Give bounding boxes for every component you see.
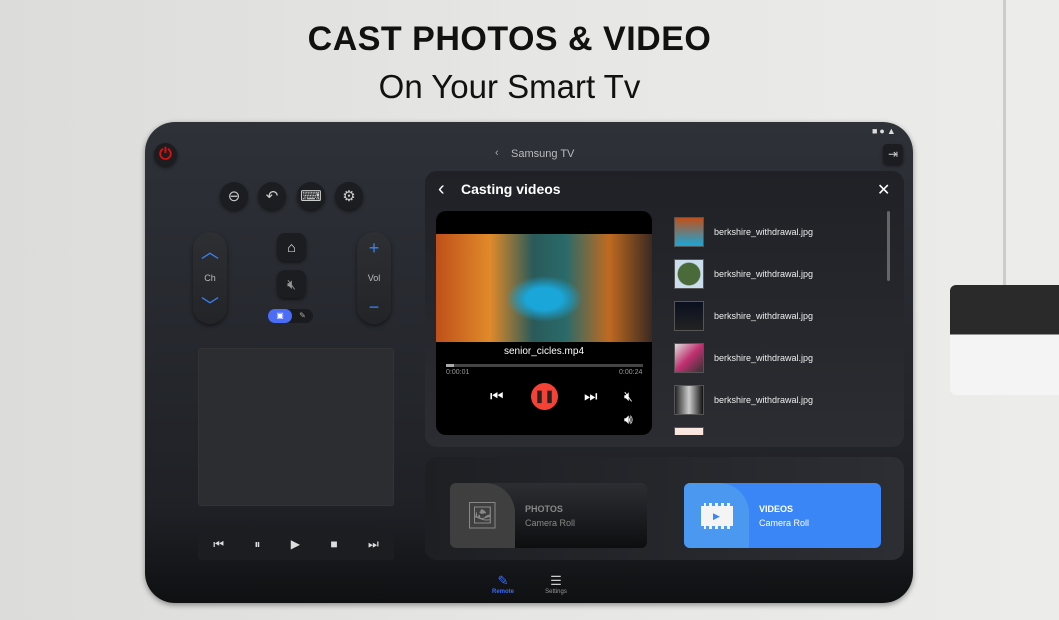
subheadline: On Your Smart Tv [378, 68, 641, 105]
file-name: berkshire_withdrawal.jpg [714, 311, 814, 321]
volume-rocker: + Vol − [357, 232, 391, 324]
play-icon[interactable]: ▶ [291, 537, 300, 551]
input-source-button[interactable]: ⊖ [220, 182, 248, 210]
sliders-icon: ☰ [550, 573, 562, 588]
scrollbar[interactable] [887, 211, 890, 281]
previous-icon[interactable]: ⏮ [490, 388, 504, 405]
keyboard-button[interactable]: ⌨ [297, 182, 325, 210]
file-thumbnail [674, 259, 704, 289]
photos-subtitle: Camera Roll [525, 517, 576, 528]
pause-button[interactable]: ❚❚ [531, 383, 558, 410]
channel-up-icon[interactable]: ︿ [201, 238, 219, 264]
file-thumbnail [674, 301, 704, 331]
status-icons: ■●▲ [872, 126, 898, 136]
power-button[interactable]: ⏻ [154, 143, 177, 166]
volume-icon[interactable]: 🔊︎ [624, 411, 633, 428]
nav-settings[interactable]: ☰ Settings [541, 573, 571, 595]
lamp-cord [1003, 0, 1006, 285]
fast-forward-icon[interactable]: ⏭ [368, 537, 379, 552]
exit-button[interactable]: ⇥ [883, 144, 903, 164]
mute-icon: 🔇︎ [287, 275, 296, 292]
photos-card[interactable]: 🖼︎ PHOTOS Camera Roll [450, 483, 647, 548]
channel-rocker: ︿ Ch ﹀ [193, 232, 227, 324]
videos-subtitle: Camera Roll [759, 517, 810, 528]
close-icon[interactable]: ✕ [877, 180, 890, 200]
file-list-item[interactable]: berkshire_withdrawal.jpg [674, 337, 879, 379]
file-list-item[interactable]: berkshire_withdrawal.jpg [674, 253, 879, 295]
file-list-item[interactable]: berkshire_withdrawal.jpg [674, 211, 879, 253]
channel-down-icon[interactable]: ﹀ [201, 292, 219, 318]
touchpad[interactable] [198, 348, 394, 506]
videos-title: VIDEOS [759, 503, 794, 514]
stop-icon[interactable]: ■ [330, 537, 337, 551]
time-total: 0:00:24 [619, 369, 643, 376]
file-list-item[interactable]: berkshire_withdrawal.jpg [674, 421, 879, 435]
file-list-item[interactable]: berkshire_withdrawal.jpg [674, 295, 879, 337]
file-name: berkshire_withdrawal.jpg [714, 269, 814, 279]
photos-icon: 🖼︎ [450, 483, 515, 548]
volume-down-icon[interactable]: − [369, 297, 380, 318]
photos-title: PHOTOS [525, 503, 563, 514]
nav-settings-label: Settings [545, 589, 567, 595]
keyboard-icon: ⌨ [300, 188, 322, 205]
remote-icon: ✎ [497, 573, 509, 588]
videos-icon: ▶ [684, 483, 749, 548]
back-chevron-icon[interactable]: ‹ [438, 178, 445, 201]
home-button[interactable]: ⌂ [277, 233, 306, 261]
screen-mode-icon[interactable]: ▣ [268, 309, 292, 323]
mode-toggle[interactable]: ▣ ✎ [268, 309, 313, 323]
progress-bar[interactable] [446, 364, 643, 367]
videos-card[interactable]: ▶ VIDEOS Camera Roll [684, 483, 881, 548]
volume-up-icon[interactable]: + [369, 238, 380, 259]
rewind-icon[interactable]: ⏮ [213, 537, 224, 552]
home-icon: ⌂ [287, 239, 296, 255]
back-chevron-icon[interactable]: ‹ [495, 147, 499, 159]
nav-remote[interactable]: ✎ Remote [488, 573, 518, 595]
file-thumbnail [674, 343, 704, 373]
volume-label: Vol [367, 273, 381, 283]
nav-remote-label: Remote [491, 589, 514, 595]
device-name: Samsung TV [511, 148, 575, 160]
input-icon: ⊖ [227, 188, 241, 205]
gear-icon: ⚙ [342, 188, 356, 205]
headline: CAST PHOTOS & VIDEO [307, 20, 712, 58]
video-name: senior_cicles.mp4 [503, 346, 585, 357]
file-thumbnail [674, 217, 704, 247]
file-thumbnail [674, 385, 704, 415]
pause-icon[interactable]: ⏸ [254, 537, 260, 552]
time-current: 0:00:01 [446, 369, 470, 376]
panel-title: Casting videos [461, 181, 561, 197]
media-controls: ⏮ ⏸ ▶ ■ ⏭ [198, 528, 394, 560]
exit-icon: ⇥ [887, 147, 899, 161]
next-icon[interactable]: ⏭ [584, 388, 598, 405]
video-frame [436, 234, 652, 342]
pause-icon: ❚❚ [534, 389, 555, 403]
channel-label: Ch [204, 273, 216, 283]
file-name: berkshire_withdrawal.jpg [714, 395, 814, 405]
file-name: berkshire_withdrawal.jpg [714, 353, 814, 363]
back-button[interactable]: ↶ [258, 182, 286, 210]
remote-mode-icon[interactable]: ✎ [292, 309, 313, 323]
settings-button[interactable]: ⚙ [335, 182, 363, 210]
lamp [950, 285, 1059, 395]
mute-button[interactable]: 🔇︎ [277, 270, 306, 298]
file-name: berkshire_withdrawal.jpg [714, 227, 814, 237]
file-list: berkshire_withdrawal.jpg berkshire_withdr… [674, 211, 879, 435]
file-thumbnail [674, 427, 704, 435]
file-list-item[interactable]: berkshire_withdrawal.jpg [674, 379, 879, 421]
return-icon: ↶ [265, 188, 279, 205]
mute-icon[interactable]: 🔇︎ [624, 388, 633, 405]
power-icon: ⏻ [159, 145, 172, 163]
